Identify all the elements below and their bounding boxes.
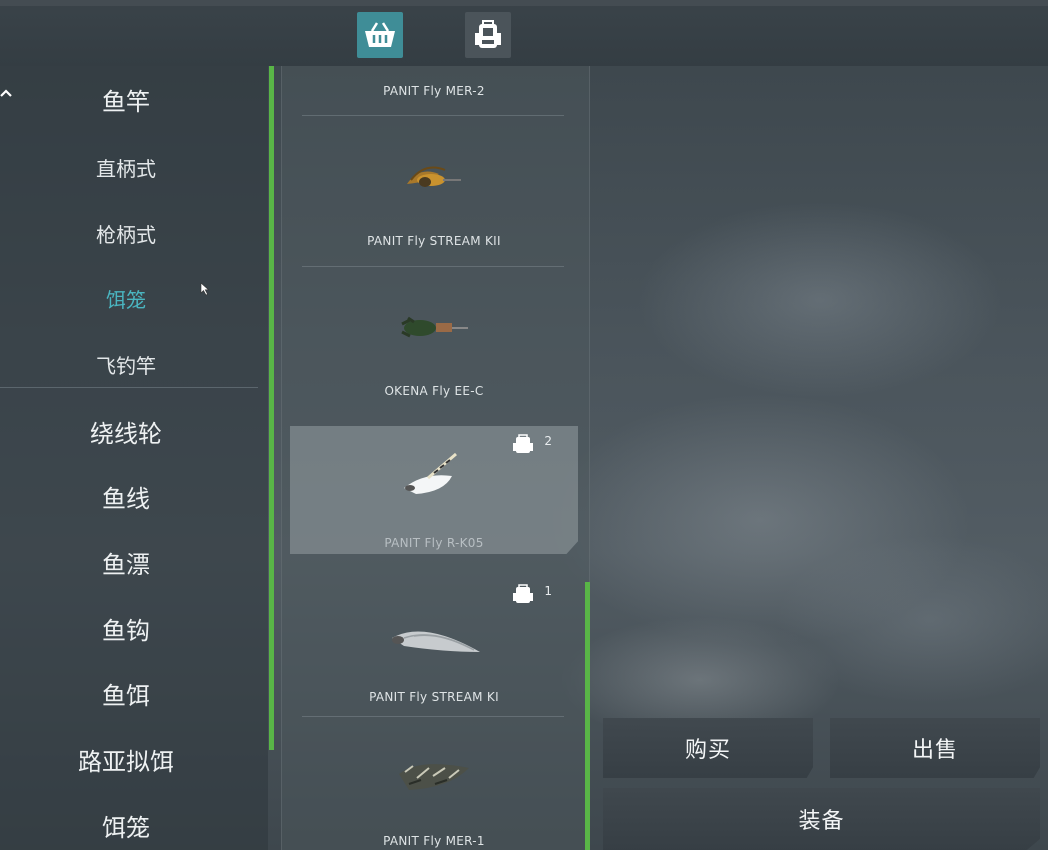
buy-button[interactable]: 购买 (603, 718, 813, 778)
sidebar-item-feeder-rod[interactable]: 饵笼 (0, 284, 252, 313)
item-name: PANIT Fly STREAM KI (369, 690, 499, 704)
sidebar-scrollbar[interactable] (269, 66, 274, 750)
item-separator (302, 115, 564, 116)
list-item[interactable]: OKENA Fly EE-C (290, 268, 578, 416)
list-item[interactable]: PANIT Fly MER-2 (290, 66, 578, 112)
item-separator (302, 716, 564, 717)
sidebar-item-lures[interactable]: 路亚拟饵 (0, 742, 252, 777)
tab-inventory[interactable] (465, 12, 511, 58)
sidebar-item-feeders[interactable]: 饵笼 (0, 808, 252, 843)
owned-count: 1 (544, 584, 552, 598)
list-item[interactable]: 1 PANIT Fly STREAM KI (290, 570, 578, 716)
item-name: PANIT Fly STREAM KII (367, 234, 501, 248)
sidebar-divider (0, 387, 258, 388)
fly-lure-icon (404, 452, 457, 494)
item-name: OKENA Fly EE-C (384, 384, 484, 398)
equip-button[interactable]: 装备 (603, 788, 1040, 850)
sell-button[interactable]: 出售 (830, 718, 1040, 778)
sidebar-item-fly-rod[interactable]: 飞钓竿 (0, 350, 252, 379)
sidebar-item-hooks[interactable]: 鱼钩 (0, 611, 252, 646)
owned-badge: 1 (512, 584, 552, 604)
sidebar-item-straight-handle[interactable]: 直柄式 (0, 153, 252, 182)
sidebar-item-baits[interactable]: 鱼饵 (0, 676, 252, 711)
tab-shop[interactable] (357, 12, 403, 58)
item-image (290, 160, 578, 200)
category-sidebar (0, 66, 268, 850)
owned-count: 2 (544, 434, 552, 448)
shop-basket-icon (365, 22, 395, 47)
list-item[interactable]: PANIT Fly MER-1 (290, 718, 578, 850)
backpack-icon (513, 584, 534, 603)
item-image (290, 754, 578, 798)
backpack-icon (475, 20, 501, 48)
item-name: PANIT Fly MER-1 (383, 834, 485, 848)
sidebar-item-reels[interactable]: 绕线轮 (0, 414, 252, 449)
fly-lure-icon (392, 631, 480, 652)
list-item[interactable]: PANIT Fly STREAM KII (290, 118, 578, 266)
top-bar-shade (0, 0, 1048, 6)
item-list-scrollbar[interactable] (585, 582, 590, 850)
item-separator (302, 266, 564, 267)
fly-lure-icon (399, 764, 469, 790)
item-image (290, 312, 578, 344)
fly-lure-icon (407, 166, 461, 187)
list-item-selected[interactable]: 2 PANIT Fly R-K05 (290, 426, 578, 554)
item-image (290, 612, 578, 662)
sidebar-item-pistol-grip[interactable]: 枪柄式 (0, 219, 252, 248)
sidebar-item-lines[interactable]: 鱼线 (0, 479, 252, 514)
fly-lure-icon (401, 316, 468, 338)
item-name: PANIT Fly MER-2 (383, 84, 485, 98)
sidebar-item-floats[interactable]: 鱼漂 (0, 545, 252, 580)
item-name: PANIT Fly R-K05 (384, 536, 484, 550)
item-list: PANIT Fly MER-2 PANIT Fly STREAM KII OKE… (281, 66, 590, 850)
top-bar (0, 0, 1048, 66)
sidebar-item-rods[interactable]: 鱼竿 (0, 82, 252, 117)
mouse-cursor-icon (200, 282, 210, 296)
item-image (290, 448, 578, 498)
